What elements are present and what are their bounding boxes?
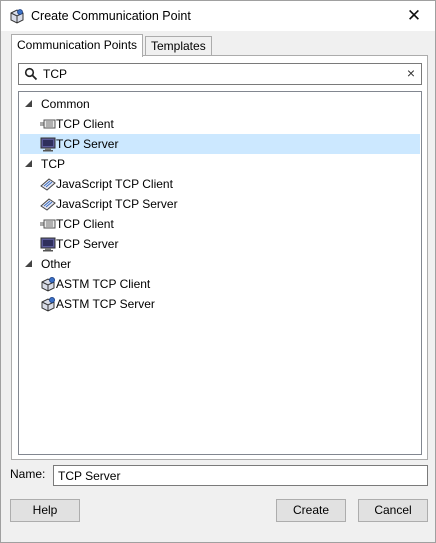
group-label: Other: [41, 257, 72, 271]
tree-group-common[interactable]: Common: [20, 94, 420, 114]
tab-panel: TCP × Common TCP Client TCP Server TCP J…: [11, 55, 428, 460]
item-label: ASTM TCP Server: [56, 297, 155, 311]
tab-templates[interactable]: Templates: [145, 36, 212, 56]
tree-group-other[interactable]: Other: [20, 254, 420, 274]
name-field[interactable]: [53, 465, 428, 486]
tab-label: Communication Points: [17, 38, 138, 52]
tree-item-tcp-server[interactable]: TCP Server: [20, 234, 420, 254]
tcp-client-icon: [40, 219, 56, 229]
help-button[interactable]: Help: [10, 499, 80, 522]
tcp-client-icon: [40, 119, 56, 129]
item-label: JavaScript TCP Server: [56, 197, 178, 211]
item-label: TCP Client: [56, 217, 114, 231]
item-label: JavaScript TCP Client: [56, 177, 173, 191]
javascript-icon: [40, 178, 56, 191]
title-bar[interactable]: Create Communication Point ✕: [1, 1, 435, 31]
item-label: TCP Server: [56, 237, 119, 251]
communication-point-icon: [10, 9, 24, 24]
expanded-caret-icon[interactable]: [25, 260, 32, 267]
expanded-caret-icon[interactable]: [25, 100, 32, 107]
group-label: Common: [41, 97, 90, 111]
javascript-icon: [40, 198, 56, 211]
close-button[interactable]: ✕: [393, 1, 435, 31]
astm-icon: [41, 297, 55, 312]
tree-item-tcp-server[interactable]: TCP Server: [20, 134, 420, 154]
tree-item-javascript-tcp-server[interactable]: JavaScript TCP Server: [20, 194, 420, 214]
tab-label: Templates: [151, 39, 206, 53]
tree-item-tcp-client[interactable]: TCP Client: [20, 214, 420, 234]
item-label: TCP Client: [56, 117, 114, 131]
dialog-window: Create Communication Point ✕ Communicati…: [0, 0, 436, 543]
clear-search-icon[interactable]: ×: [407, 65, 415, 81]
astm-icon: [41, 277, 55, 292]
expanded-caret-icon[interactable]: [25, 160, 32, 167]
search-icon: [24, 67, 38, 81]
cancel-button[interactable]: Cancel: [358, 499, 428, 522]
search-input[interactable]: TCP ×: [18, 63, 422, 85]
create-button[interactable]: Create: [276, 499, 346, 522]
tcp-server-icon: [40, 137, 56, 152]
communication-point-tree[interactable]: Common TCP Client TCP Server TCP JavaScr…: [18, 91, 422, 455]
tree-item-astm-tcp-server[interactable]: ASTM TCP Server: [20, 294, 420, 314]
tcp-server-icon: [40, 237, 56, 252]
item-label: TCP Server: [56, 137, 119, 151]
tab-communication-points[interactable]: Communication Points: [11, 34, 144, 57]
tree-item-javascript-tcp-client[interactable]: JavaScript TCP Client: [20, 174, 420, 194]
tree-item-tcp-client[interactable]: TCP Client: [20, 114, 420, 134]
close-icon: ✕: [406, 6, 422, 25]
item-label: ASTM TCP Client: [56, 277, 151, 291]
search-value: TCP: [43, 67, 67, 81]
tree-group-tcp[interactable]: TCP: [20, 154, 420, 174]
window-title: Create Communication Point: [31, 9, 191, 23]
group-label: TCP: [41, 157, 65, 171]
name-label: Name:: [10, 467, 46, 481]
tree-item-astm-tcp-client[interactable]: ASTM TCP Client: [20, 274, 420, 294]
